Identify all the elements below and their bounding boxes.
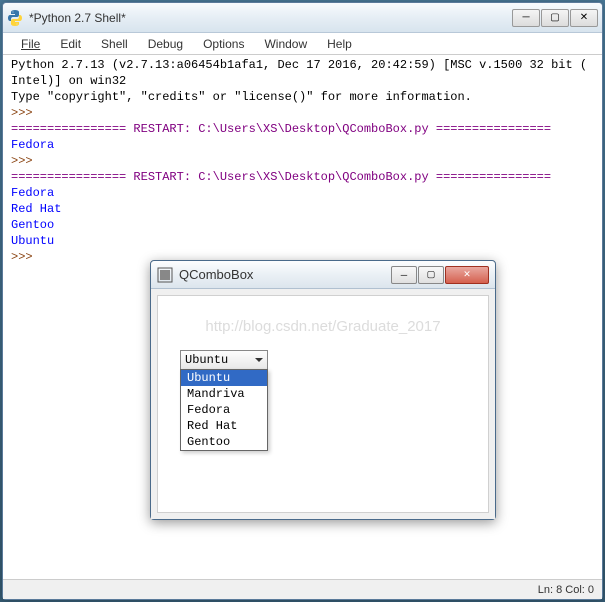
console-header-line: Type "copyright", "credits" or "license(… xyxy=(11,89,594,105)
outer-titlebar[interactable]: *Python 2.7 Shell* ─ ▢ ✕ xyxy=(3,3,602,33)
console-output-line: Red Hat xyxy=(11,201,594,217)
outer-maximize-button[interactable]: ▢ xyxy=(541,9,569,27)
menu-window[interactable]: Window xyxy=(254,35,317,53)
inner-window-title: QComboBox xyxy=(179,267,391,282)
console-restart-line: ================ RESTART: C:\Users\XS\De… xyxy=(11,121,594,137)
maximize-icon: ▢ xyxy=(427,269,436,280)
combo-option[interactable]: Red Hat xyxy=(181,418,267,434)
inner-window-buttons: ─ ▢ ✕ xyxy=(391,266,489,284)
outer-window-title: *Python 2.7 Shell* xyxy=(29,11,512,25)
chevron-down-icon xyxy=(255,358,263,362)
console-restart-line: ================ RESTART: C:\Users\XS\De… xyxy=(11,169,594,185)
combo-option[interactable]: Ubuntu xyxy=(181,370,267,386)
qcombobox-window: QComboBox ─ ▢ ✕ http://blog.csdn.net/Gra… xyxy=(150,260,496,520)
combo-option[interactable]: Gentoo xyxy=(181,434,267,450)
combobox: Ubuntu Ubuntu Mandriva Fedora Red Hat Ge… xyxy=(180,350,268,451)
inner-panel: http://blog.csdn.net/Graduate_2017 Ubunt… xyxy=(157,295,489,513)
combobox-selected-text: Ubuntu xyxy=(185,353,255,367)
console-prompt: >>> xyxy=(11,153,594,169)
combo-option[interactable]: Mandriva xyxy=(181,386,267,402)
maximize-icon: ▢ xyxy=(550,12,559,23)
console-output-line: Ubuntu xyxy=(11,233,594,249)
menubar: File Edit Shell Debug Options Window Hel… xyxy=(3,33,602,55)
outer-window-buttons: ─ ▢ ✕ xyxy=(512,9,598,27)
inner-minimize-button[interactable]: ─ xyxy=(391,266,417,284)
combo-option[interactable]: Fedora xyxy=(181,402,267,418)
console-prompt: >>> xyxy=(11,105,594,121)
combobox-dropdown: Ubuntu Mandriva Fedora Red Hat Gentoo xyxy=(180,369,268,451)
app-icon xyxy=(157,267,173,283)
menu-shell[interactable]: Shell xyxy=(91,35,138,53)
python-icon xyxy=(7,10,23,26)
menu-edit[interactable]: Edit xyxy=(50,35,91,53)
console-header-line: Intel)] on win32 xyxy=(11,73,594,89)
menu-options[interactable]: Options xyxy=(193,35,254,53)
menu-file[interactable]: File xyxy=(11,35,50,53)
minimize-icon: ─ xyxy=(401,270,407,280)
inner-close-button[interactable]: ✕ xyxy=(445,266,489,284)
inner-content: http://blog.csdn.net/Graduate_2017 Ubunt… xyxy=(151,289,495,519)
menu-help[interactable]: Help xyxy=(317,35,362,53)
statusbar: Ln: 8 Col: 0 xyxy=(3,579,602,599)
console-output-line: Fedora xyxy=(11,137,594,153)
console-output-line: Gentoo xyxy=(11,217,594,233)
inner-titlebar[interactable]: QComboBox ─ ▢ ✕ xyxy=(151,261,495,289)
status-position: Ln: 8 Col: 0 xyxy=(538,584,594,596)
close-icon: ✕ xyxy=(580,12,588,23)
close-icon: ✕ xyxy=(463,269,471,280)
minimize-icon: ─ xyxy=(522,12,529,23)
console-header-line: Python 2.7.13 (v2.7.13:a06454b1afa1, Dec… xyxy=(11,57,594,73)
inner-maximize-button[interactable]: ▢ xyxy=(418,266,444,284)
combobox-display[interactable]: Ubuntu xyxy=(180,350,268,370)
outer-minimize-button[interactable]: ─ xyxy=(512,9,540,27)
menu-debug[interactable]: Debug xyxy=(138,35,193,53)
watermark-text: http://blog.csdn.net/Graduate_2017 xyxy=(205,318,440,335)
console-output-line: Fedora xyxy=(11,185,594,201)
outer-close-button[interactable]: ✕ xyxy=(570,9,598,27)
